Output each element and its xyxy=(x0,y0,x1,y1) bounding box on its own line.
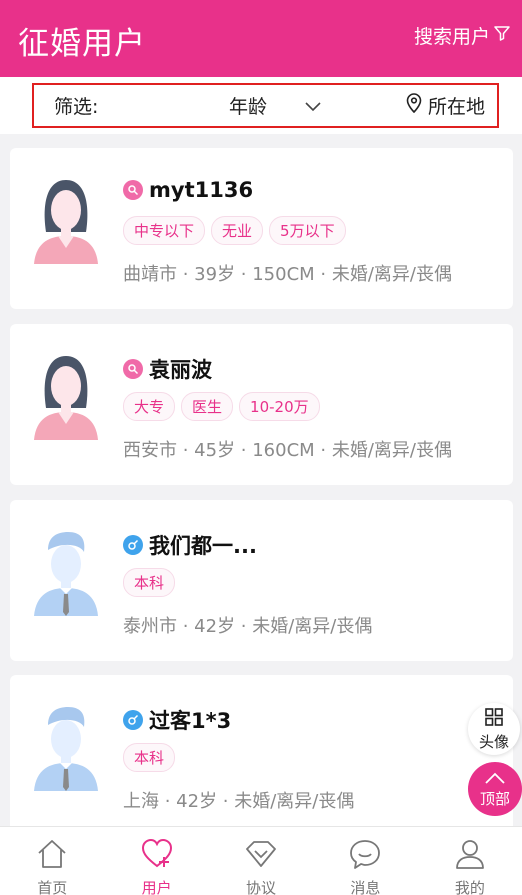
filter-label: 筛选: xyxy=(54,96,99,118)
user-info: 曲靖市 · 39岁 · 150CM · 未婚/离异/丧偶 xyxy=(123,264,452,285)
tag-education: 中专以下 xyxy=(123,216,206,245)
tab-label: 首页 xyxy=(37,879,68,895)
tab-label: 消息 xyxy=(350,879,381,895)
female-gender-icon xyxy=(123,180,143,200)
back-to-top-button[interactable]: 顶部 xyxy=(468,762,522,816)
user-info: 上海 · 42岁 · 未婚/离异/丧偶 xyxy=(123,791,355,812)
tag-education: 大专 xyxy=(123,392,176,421)
age-filter-dropdown[interactable]: 年龄 xyxy=(229,92,321,119)
search-users-label: 搜索用户 xyxy=(413,26,490,48)
heart-plus-icon xyxy=(140,837,174,877)
tab-messages[interactable]: 消息 xyxy=(313,827,417,895)
user-card[interactable]: 袁丽波 大专 医生 10-20万 西安市 · 45岁 · 160CM · 未婚/… xyxy=(10,324,513,485)
app-header: 征婚用户 搜索用户 xyxy=(0,0,522,77)
female-gender-icon xyxy=(123,359,143,379)
user-info: 西安市 · 45岁 · 160CM · 未婚/离异/丧偶 xyxy=(123,440,452,461)
tab-mine[interactable]: 我的 xyxy=(418,827,522,895)
tag-occupation: 医生 xyxy=(181,392,234,421)
male-avatar xyxy=(32,528,100,616)
male-avatar xyxy=(32,703,100,791)
tab-users[interactable]: 用户 xyxy=(104,827,208,895)
tag-education: 本科 xyxy=(123,568,176,597)
user-name: 我们都一... xyxy=(149,534,257,558)
person-icon xyxy=(453,837,487,877)
male-gender-icon xyxy=(123,535,143,555)
user-tags: 本科 xyxy=(123,568,176,597)
tab-agreement[interactable]: 协议 xyxy=(209,827,313,895)
bottom-tab-bar: 首页 用户 协议 消息 我的 xyxy=(0,826,522,895)
user-card[interactable]: 过客1*3 本科 上海 · 42岁 · 未婚/离异/丧偶 xyxy=(10,675,513,836)
user-tags: 大专 医生 10-20万 xyxy=(123,392,320,421)
tag-income: 5万以下 xyxy=(269,216,346,245)
user-name: 过客1*3 xyxy=(149,709,232,733)
filter-bar: 筛选: 年龄 所在地 xyxy=(0,77,522,134)
user-name: 袁丽波 xyxy=(149,358,212,382)
female-avatar xyxy=(32,352,100,440)
avatar-view-toggle-button[interactable]: 头像 xyxy=(468,703,520,755)
tab-label: 我的 xyxy=(454,879,485,895)
female-avatar xyxy=(32,176,100,264)
age-filter-label: 年龄 xyxy=(229,96,268,118)
chevron-up-icon xyxy=(484,770,506,788)
user-card[interactable]: myt1136 中专以下 无业 5万以下 曲靖市 · 39岁 · 150CM ·… xyxy=(10,148,513,309)
tab-label: 协议 xyxy=(246,879,277,895)
tag-education: 本科 xyxy=(123,743,176,772)
chat-icon xyxy=(348,837,382,877)
diamond-icon xyxy=(244,837,278,877)
tab-home[interactable]: 首页 xyxy=(0,827,104,895)
male-gender-icon xyxy=(123,710,143,730)
location-pin-icon xyxy=(406,93,422,118)
tag-income: 10-20万 xyxy=(239,392,320,421)
location-filter-label: 所在地 xyxy=(427,96,485,118)
avatar-toggle-label: 头像 xyxy=(478,732,509,751)
tag-occupation: 无业 xyxy=(211,216,264,245)
filter-funnel-icon xyxy=(492,23,512,48)
location-filter-button[interactable]: 所在地 xyxy=(406,92,485,119)
page-title: 征婚用户 xyxy=(18,26,146,62)
user-tags: 本科 xyxy=(123,743,176,772)
user-card[interactable]: 我们都一... 本科 泰州市 · 42岁 · 未婚/离异/丧偶 xyxy=(10,500,513,661)
user-tags: 中专以下 无业 5万以下 xyxy=(123,216,346,245)
tab-label: 用户 xyxy=(141,879,172,895)
grid-icon xyxy=(484,707,504,731)
chevron-down-icon xyxy=(305,95,321,117)
user-name: myt1136 xyxy=(149,178,254,202)
filter-box: 筛选: 年龄 所在地 xyxy=(32,83,499,128)
search-users-button[interactable]: 搜索用户 xyxy=(414,22,512,49)
user-info: 泰州市 · 42岁 · 未婚/离异/丧偶 xyxy=(123,616,373,637)
back-to-top-label: 顶部 xyxy=(479,789,510,808)
home-icon xyxy=(35,837,69,877)
